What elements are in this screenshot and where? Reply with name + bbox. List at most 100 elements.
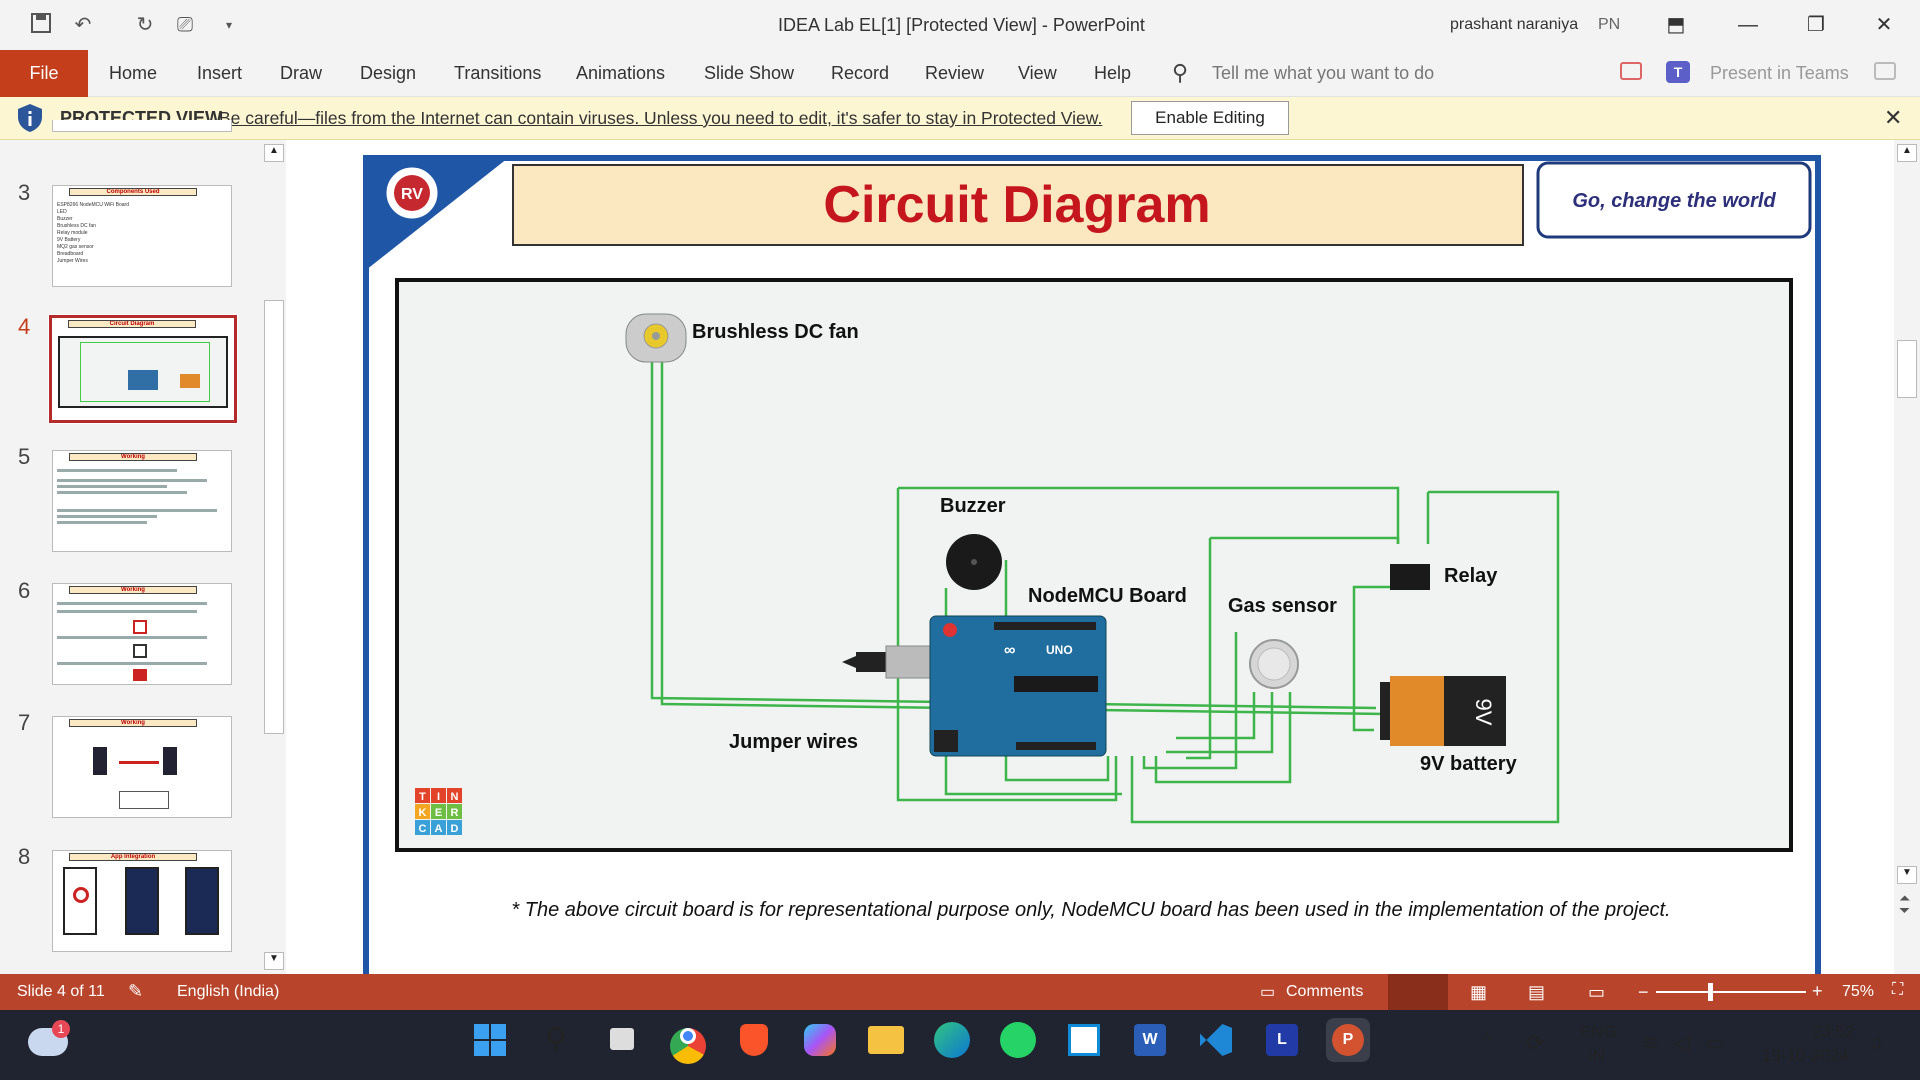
- tab-animations[interactable]: Animations: [576, 63, 665, 84]
- tab-home[interactable]: Home: [109, 63, 157, 84]
- volume-icon[interactable]: ◁: [1674, 1030, 1689, 1055]
- tab-design[interactable]: Design: [360, 63, 416, 84]
- present-in-teams-button[interactable]: Present in Teams: [1710, 63, 1849, 84]
- close-icon[interactable]: ✕: [1864, 10, 1904, 40]
- whatsapp-icon[interactable]: [996, 1018, 1040, 1062]
- thumbnail-slide-8[interactable]: App Integration: [52, 850, 232, 952]
- thumbnail-slide-5[interactable]: Working: [52, 450, 232, 552]
- tab-view[interactable]: View: [1018, 63, 1057, 84]
- notes-icon[interactable]: ✎: [128, 981, 143, 1002]
- label-jumper: Jumper wires: [729, 731, 858, 753]
- start-icon[interactable]: [468, 1018, 512, 1062]
- enable-editing-button[interactable]: Enable Editing: [1131, 101, 1289, 135]
- zoom-slider-thumb[interactable]: [1708, 983, 1713, 1001]
- footnote: * The above circuit board is for represe…: [511, 899, 1670, 921]
- clock-date[interactable]: 19-10-2024: [1762, 1046, 1849, 1066]
- tab-transitions[interactable]: Transitions: [454, 63, 541, 84]
- language-status[interactable]: English (India): [177, 983, 279, 1001]
- normal-view-icon[interactable]: [1388, 974, 1448, 1010]
- sync-icon[interactable]: ⟳: [1526, 1030, 1544, 1056]
- comment-icon[interactable]: [1620, 62, 1642, 80]
- tell-me-search[interactable]: Tell me what you want to do: [1212, 63, 1434, 84]
- region-indicator[interactable]: IN: [1588, 1046, 1605, 1066]
- ribbon-display-icon[interactable]: ⬒: [1656, 10, 1696, 40]
- teams-icon[interactable]: T: [1666, 61, 1690, 83]
- tab-record[interactable]: Record: [831, 63, 889, 84]
- undo-icon[interactable]: ↶: [70, 12, 96, 38]
- thumbnail-partial[interactable]: [52, 120, 232, 132]
- vscode-icon[interactable]: [1194, 1018, 1238, 1062]
- tab-slide-show[interactable]: Slide Show: [704, 63, 794, 84]
- thumbnail-slide-7[interactable]: Working: [52, 716, 232, 818]
- label-buzzer: Buzzer: [940, 495, 1006, 517]
- notifications-bell-icon[interactable]: ♫: [1868, 1032, 1883, 1055]
- thumbnail-slide-6[interactable]: Working: [52, 583, 232, 685]
- edge-icon[interactable]: [930, 1018, 974, 1062]
- wifi-icon[interactable]: ≋: [1642, 1030, 1659, 1055]
- chevron-up-icon[interactable]: ^: [1482, 1030, 1491, 1053]
- slide-sorter-icon[interactable]: ▦: [1470, 982, 1487, 1003]
- user-initials[interactable]: PN: [1598, 16, 1620, 34]
- slide-scrollbar[interactable]: ▲ ▼ ⏶ ⏷: [1894, 140, 1920, 974]
- l-app-icon[interactable]: L: [1260, 1018, 1304, 1062]
- zoom-slider[interactable]: [1656, 991, 1806, 993]
- reading-view-icon[interactable]: ▤: [1528, 982, 1545, 1003]
- close-bar-icon[interactable]: ✕: [1884, 105, 1902, 131]
- minimize-icon[interactable]: —: [1728, 10, 1768, 40]
- word-icon[interactable]: W: [1128, 1018, 1172, 1062]
- thumbnail-title: Working: [69, 719, 197, 727]
- notification-badge: 1: [52, 1020, 70, 1038]
- slide-title: Circuit Diagram: [823, 176, 1210, 234]
- tinkercad-logo: T I N K E R C A D: [415, 788, 462, 835]
- zoom-in-icon[interactable]: +: [1812, 981, 1823, 1002]
- clock-time[interactable]: 23:52: [1812, 1022, 1855, 1042]
- zoom-out-icon[interactable]: −: [1638, 982, 1649, 1003]
- tab-draw[interactable]: Draw: [280, 63, 322, 84]
- scroll-up-icon[interactable]: ▲: [1897, 144, 1917, 162]
- powerpoint-icon[interactable]: P: [1326, 1018, 1370, 1062]
- battery-icon[interactable]: ▭: [1706, 1030, 1725, 1055]
- tab-review[interactable]: Review: [925, 63, 984, 84]
- brave-icon[interactable]: [732, 1018, 776, 1062]
- present-from-start-icon[interactable]: ⎚: [172, 12, 198, 38]
- snipping-tool-icon[interactable]: [1062, 1018, 1106, 1062]
- tab-file[interactable]: File: [0, 50, 88, 97]
- brushless-dc-fan: [625, 313, 687, 363]
- scroll-down-icon[interactable]: ▼: [264, 952, 284, 970]
- save-icon[interactable]: [28, 12, 54, 38]
- share-icon[interactable]: [1874, 62, 1896, 80]
- thumbnail-diagram: [58, 336, 228, 408]
- thumbnail-scrollbar[interactable]: ▲ ▼: [262, 142, 286, 972]
- comments-icon[interactable]: ▭: [1260, 982, 1275, 1002]
- thumbnail-slide-4[interactable]: Circuit Diagram: [48, 314, 238, 424]
- customize-toolbar-icon[interactable]: ▾: [216, 12, 242, 38]
- slide-counter[interactable]: Slide 4 of 11: [17, 983, 105, 1001]
- slide-scroll-thumb[interactable]: [1897, 340, 1917, 398]
- task-view-icon[interactable]: [600, 1018, 644, 1062]
- zoom-level[interactable]: 75%: [1842, 983, 1874, 1001]
- slide: RV Circuit Diagram Go, change the world: [363, 155, 1821, 974]
- svg-text:I: I: [437, 791, 440, 803]
- scroll-up-icon[interactable]: ▲: [264, 144, 284, 162]
- slideshow-view-icon[interactable]: ▭: [1588, 982, 1605, 1003]
- thumbnail-scroll-thumb[interactable]: [264, 300, 284, 734]
- prev-next-slide-icon[interactable]: ⏶ ⏷: [1899, 891, 1910, 917]
- language-indicator[interactable]: ENG: [1580, 1022, 1617, 1042]
- protected-view-message[interactable]: Be careful—files from the Internet can c…: [219, 108, 1102, 129]
- thumbnail-slide-3[interactable]: Components Used ESP8266 NodeMCU WiFi Boa…: [52, 185, 232, 287]
- comments-button[interactable]: Comments: [1286, 983, 1363, 1001]
- tab-help[interactable]: Help: [1094, 63, 1131, 84]
- fit-slide-icon[interactable]: ⛶: [1892, 981, 1903, 999]
- tab-insert[interactable]: Insert: [197, 63, 242, 84]
- restore-icon[interactable]: ❐: [1796, 10, 1836, 40]
- search-icon[interactable]: ⚲: [534, 1018, 578, 1062]
- svg-text:A: A: [435, 823, 443, 835]
- user-name[interactable]: prashant naraniya: [1450, 16, 1578, 34]
- file-explorer-icon[interactable]: [864, 1018, 908, 1062]
- chrome-icon[interactable]: [666, 1018, 710, 1064]
- relay: [1390, 564, 1430, 590]
- circuit-panel: [395, 278, 1793, 852]
- copilot-icon[interactable]: [798, 1018, 842, 1062]
- redo-icon[interactable]: ↻: [132, 12, 158, 38]
- scroll-down-icon[interactable]: ▼: [1897, 866, 1917, 884]
